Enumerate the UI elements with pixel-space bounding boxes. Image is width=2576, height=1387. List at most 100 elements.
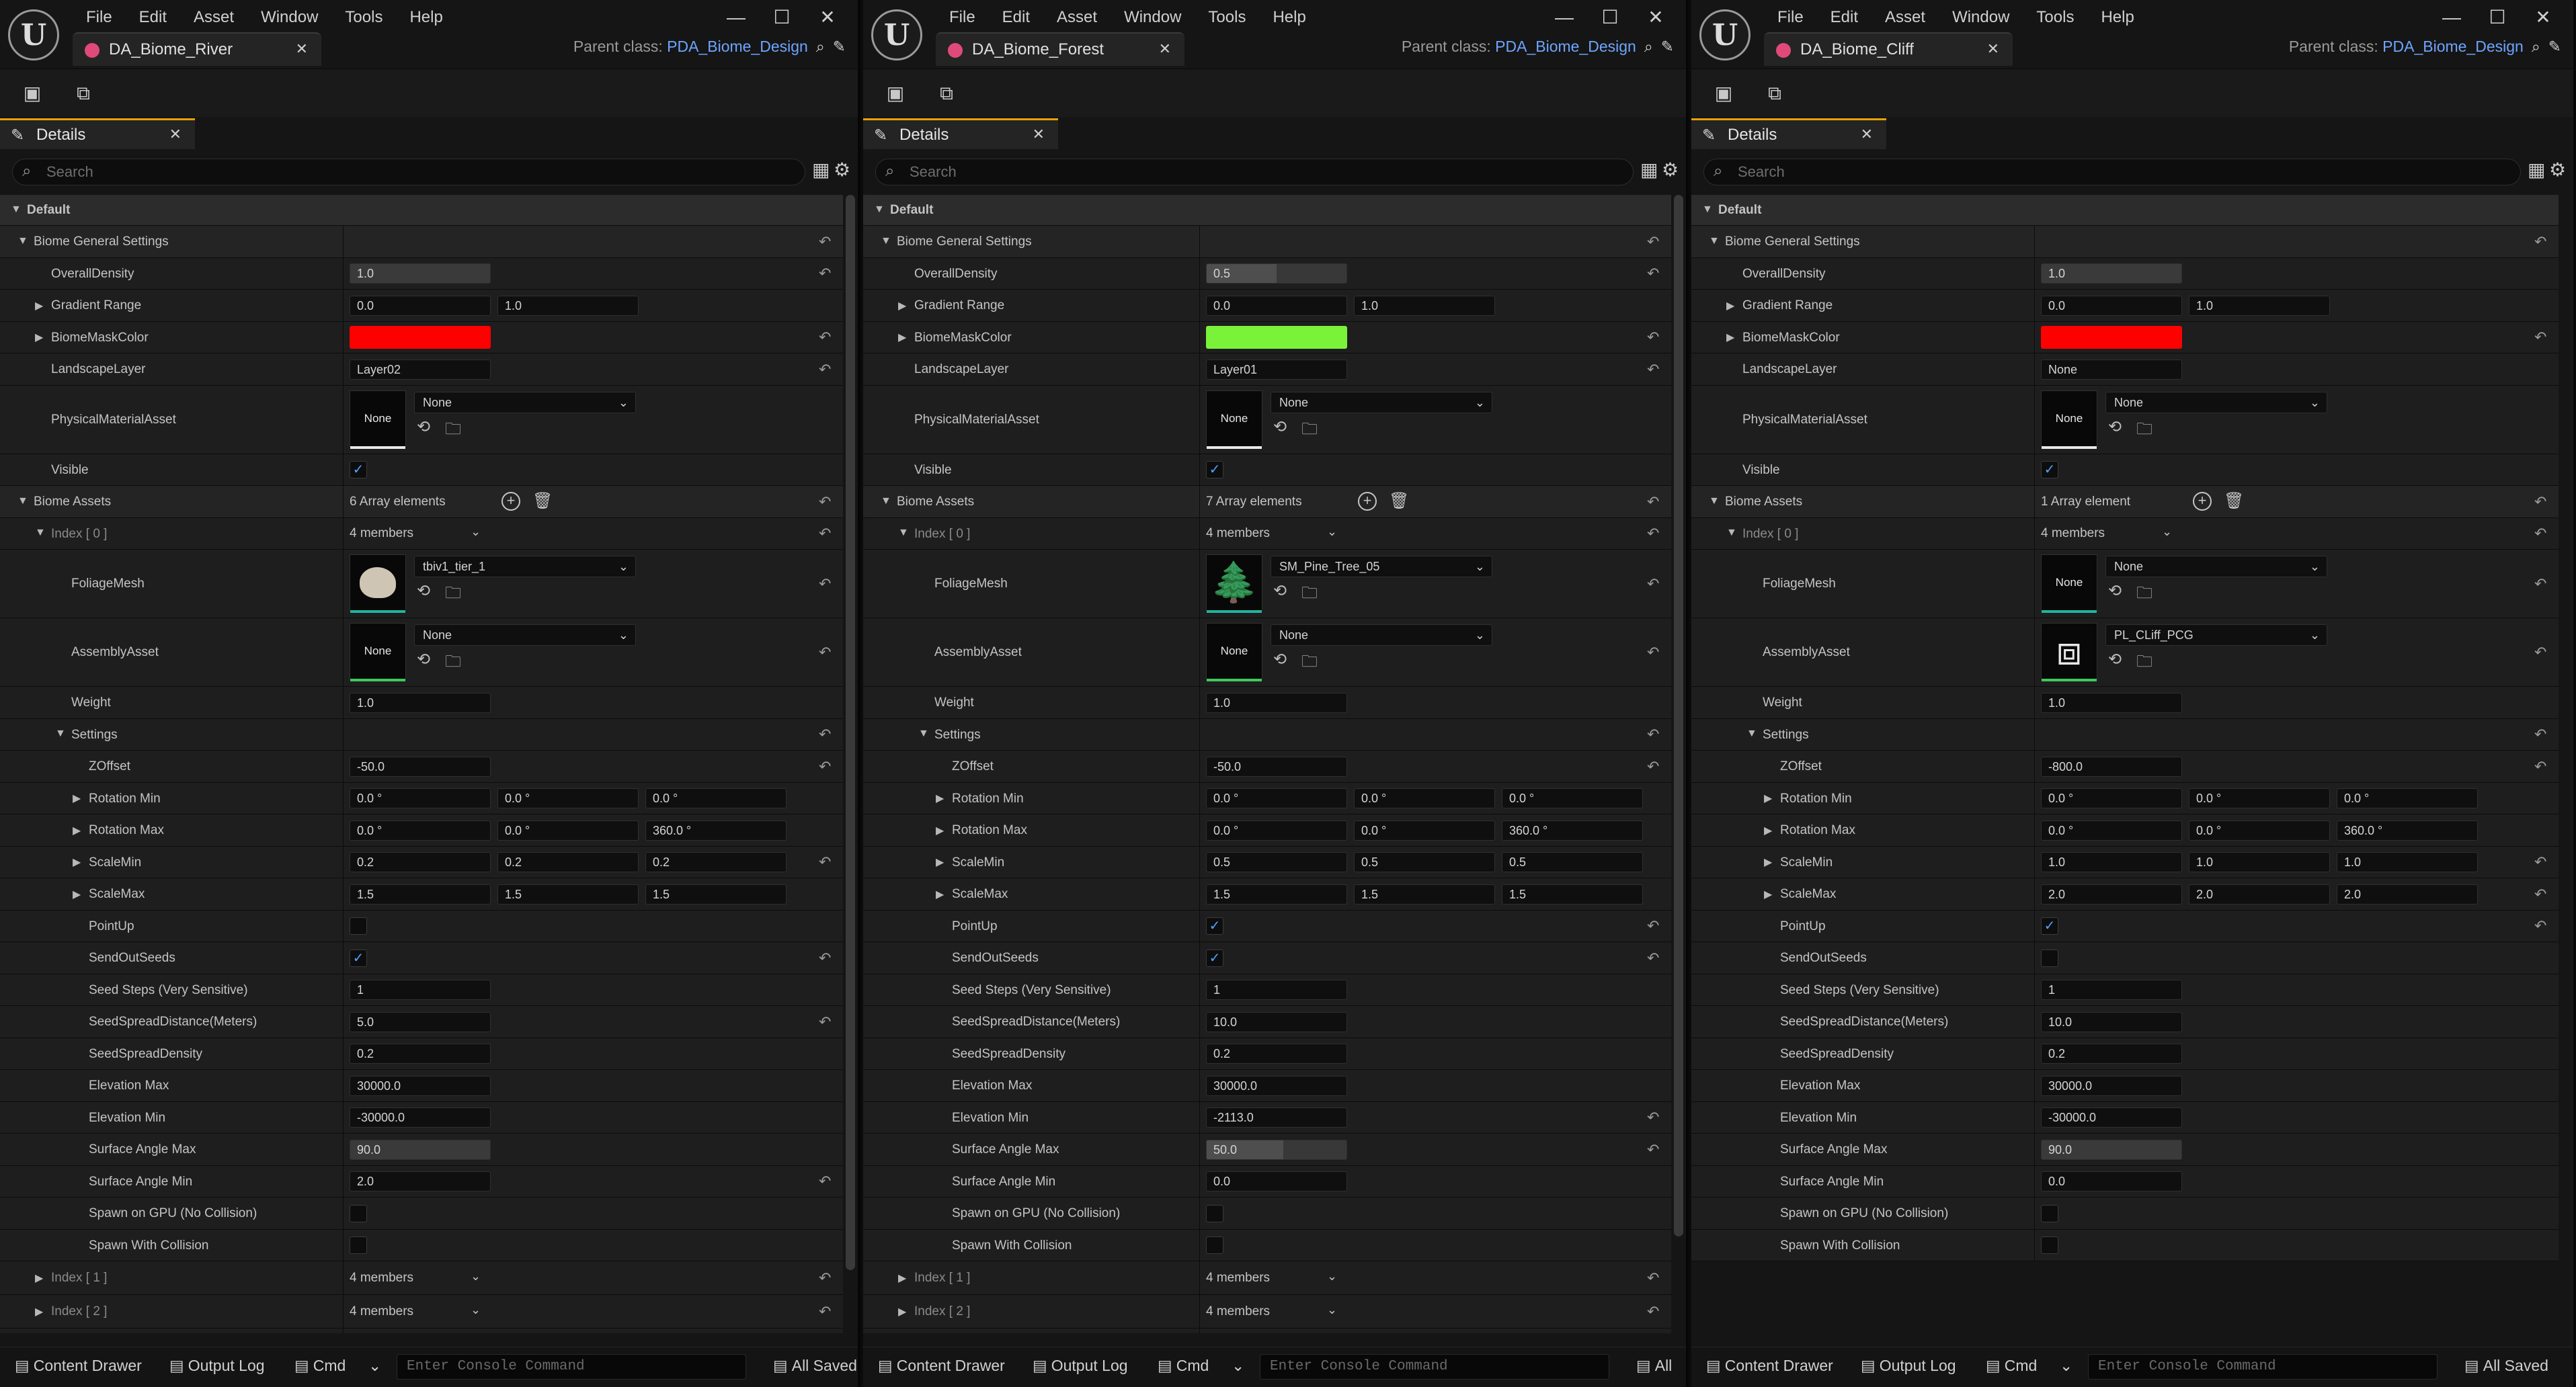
details-tab[interactable]: ✎ Details ✕	[0, 118, 195, 149]
search-input[interactable]	[910, 162, 1515, 182]
cmd-dropdown[interactable]: ▤ Cmd	[1986, 1357, 2037, 1375]
value-field[interactable]: 360.0 °	[1502, 820, 1643, 841]
reset-to-default-icon[interactable]: ↶	[2534, 726, 2546, 743]
value-field[interactable]: 50.0	[1206, 1139, 1347, 1160]
expanded-arrow-icon[interactable]: ▼	[874, 204, 885, 216]
value-field[interactable]: 1.0	[2189, 852, 2330, 873]
content-drawer-button[interactable]: ▤ Content Drawer	[878, 1357, 1005, 1375]
asset-tab[interactable]: DA_Biome_Forest ✕	[936, 32, 1184, 66]
menu-item[interactable]: Asset	[180, 5, 247, 30]
value-field[interactable]: 0.0 °	[2189, 820, 2330, 841]
reset-to-default-icon[interactable]: ↶	[2534, 886, 2546, 903]
menu-item[interactable]: Tools	[2023, 5, 2087, 30]
value-field[interactable]: 2.0	[2189, 884, 2330, 905]
menu-item[interactable]: File	[73, 5, 126, 30]
browse-folder-icon[interactable]: 🗀	[2136, 581, 2152, 609]
reset-to-default-icon[interactable]: ↶	[819, 233, 831, 251]
value-field[interactable]: 1.0	[497, 295, 639, 316]
value-field[interactable]: 1.0	[2041, 263, 2182, 284]
value-field[interactable]: 0.0 °	[497, 820, 639, 841]
collapsed-arrow-icon[interactable]: ▶	[936, 792, 944, 805]
value-field[interactable]: 0.0 °	[497, 788, 639, 809]
reset-to-default-icon[interactable]: ↶	[819, 853, 831, 871]
content-drawer-button[interactable]: ▤ Content Drawer	[15, 1357, 142, 1375]
edit-icon[interactable]: ✎	[833, 38, 846, 55]
reset-to-default-icon[interactable]: ↶	[2534, 575, 2546, 593]
value-field[interactable]: Layer01	[1206, 359, 1347, 380]
table-view-icon[interactable]: ▦	[2528, 159, 2545, 181]
value-field[interactable]: 5.0	[350, 1011, 491, 1032]
asset-picker-combo[interactable]: PL_CLiff_PCG ⌄	[2105, 624, 2327, 646]
value-field[interactable]: 1.5	[1502, 884, 1643, 905]
collapsed-arrow-icon[interactable]: ▶	[73, 792, 81, 805]
add-element-icon[interactable]: +	[1358, 492, 1377, 511]
reset-to-default-icon[interactable]: ↶	[1647, 1109, 1659, 1126]
asset-picker-combo[interactable]: None ⌄	[1271, 624, 1492, 646]
close-tab-icon[interactable]: ✕	[296, 40, 308, 58]
value-field[interactable]: 0.0 °	[2189, 788, 2330, 809]
value-field[interactable]: 1.0	[2189, 295, 2330, 316]
expanded-arrow-icon[interactable]: ▼	[881, 495, 891, 507]
asset-picker-combo[interactable]: None ⌄	[2105, 556, 2327, 577]
browse-folder-icon[interactable]: 🗀	[2136, 417, 2152, 445]
scrollbar[interactable]	[846, 195, 855, 1270]
reset-to-default-icon[interactable]: ↶	[1647, 575, 1659, 593]
value-field[interactable]: 1.0	[2041, 692, 2182, 713]
expanded-arrow-icon[interactable]: ▼	[1726, 527, 1737, 539]
chevron-down-icon[interactable]: ⌄	[2162, 525, 2172, 539]
cmd-chevron-icon[interactable]: ⌄	[1232, 1357, 1244, 1375]
value-field[interactable]: 0.5	[1206, 852, 1347, 873]
menu-item[interactable]: Help	[2087, 5, 2147, 30]
value-field[interactable]: -2113.0	[1206, 1107, 1347, 1128]
value-field[interactable]: 0.0 °	[645, 788, 787, 809]
asset-thumbnail[interactable]: None	[1206, 390, 1262, 449]
value-field[interactable]: 1.5	[350, 884, 491, 905]
value-field[interactable]: 0.0	[2041, 1171, 2182, 1192]
browse-folder-icon[interactable]: 🗀	[445, 581, 461, 609]
value-field[interactable]: 0.0	[350, 295, 491, 316]
checkbox[interactable]: ✓	[350, 461, 367, 479]
use-selected-icon[interactable]: ⟲	[2108, 581, 2122, 601]
value-field[interactable]: None	[2041, 359, 2182, 380]
browse-folder-icon[interactable]: 🗀	[445, 417, 461, 445]
value-field[interactable]: 0.5	[1502, 852, 1643, 873]
asset-picker-combo[interactable]: tbiv1_tier_1 ⌄	[414, 556, 636, 577]
browse-icon[interactable]: ⌕	[816, 38, 825, 55]
value-field[interactable]: 10.0	[1206, 1011, 1347, 1032]
delete-all-icon[interactable]: 🗑	[2224, 491, 2244, 511]
close-icon[interactable]: ✕	[807, 4, 848, 31]
value-field[interactable]: 1	[350, 980, 491, 1001]
value-field[interactable]: 0.2	[645, 852, 787, 873]
color-swatch[interactable]	[2041, 326, 2182, 349]
value-field[interactable]: 0.0 °	[1206, 820, 1347, 841]
maximize-icon[interactable]: ☐	[761, 4, 803, 31]
unreal-logo-icon[interactable]: U	[1699, 9, 1750, 60]
value-field[interactable]: 360.0 °	[2337, 820, 2478, 841]
value-field[interactable]: 0.0 °	[350, 788, 491, 809]
collapsed-arrow-icon[interactable]: ▶	[936, 855, 944, 869]
expanded-arrow-icon[interactable]: ▼	[881, 235, 891, 247]
value-field[interactable]: 0.5	[1206, 263, 1347, 284]
value-field[interactable]: 0.0	[2041, 295, 2182, 316]
expanded-arrow-icon[interactable]: ▼	[898, 527, 909, 539]
reset-to-default-icon[interactable]: ↶	[2534, 493, 2546, 511]
collapsed-arrow-icon[interactable]: ▶	[898, 299, 906, 312]
menu-item[interactable]: Tools	[331, 5, 396, 30]
value-field[interactable]: Layer02	[350, 359, 491, 380]
asset-thumbnail[interactable]: 🌲	[1206, 554, 1262, 613]
parent-class-link[interactable]: PDA_Biome_Design	[1495, 38, 1636, 55]
reset-to-default-icon[interactable]: ↶	[1647, 1303, 1659, 1320]
delete-all-icon[interactable]: 🗑	[1389, 491, 1409, 511]
collapsed-arrow-icon[interactable]: ▶	[73, 888, 81, 901]
asset-picker-combo[interactable]: None ⌄	[414, 391, 636, 413]
checkbox[interactable]	[1206, 1204, 1223, 1222]
value-field[interactable]: -30000.0	[2041, 1107, 2182, 1128]
output-log-button[interactable]: ▤ Output Log	[1033, 1357, 1128, 1375]
reset-to-default-icon[interactable]: ↶	[819, 1269, 831, 1287]
reset-to-default-icon[interactable]: ↶	[1647, 493, 1659, 511]
minimize-icon[interactable]: —	[715, 4, 757, 31]
minimize-icon[interactable]: —	[2431, 4, 2472, 31]
menu-item[interactable]: Window	[1939, 5, 2023, 30]
search-input[interactable]	[46, 162, 680, 182]
value-field[interactable]: 0.0 °	[2041, 820, 2182, 841]
